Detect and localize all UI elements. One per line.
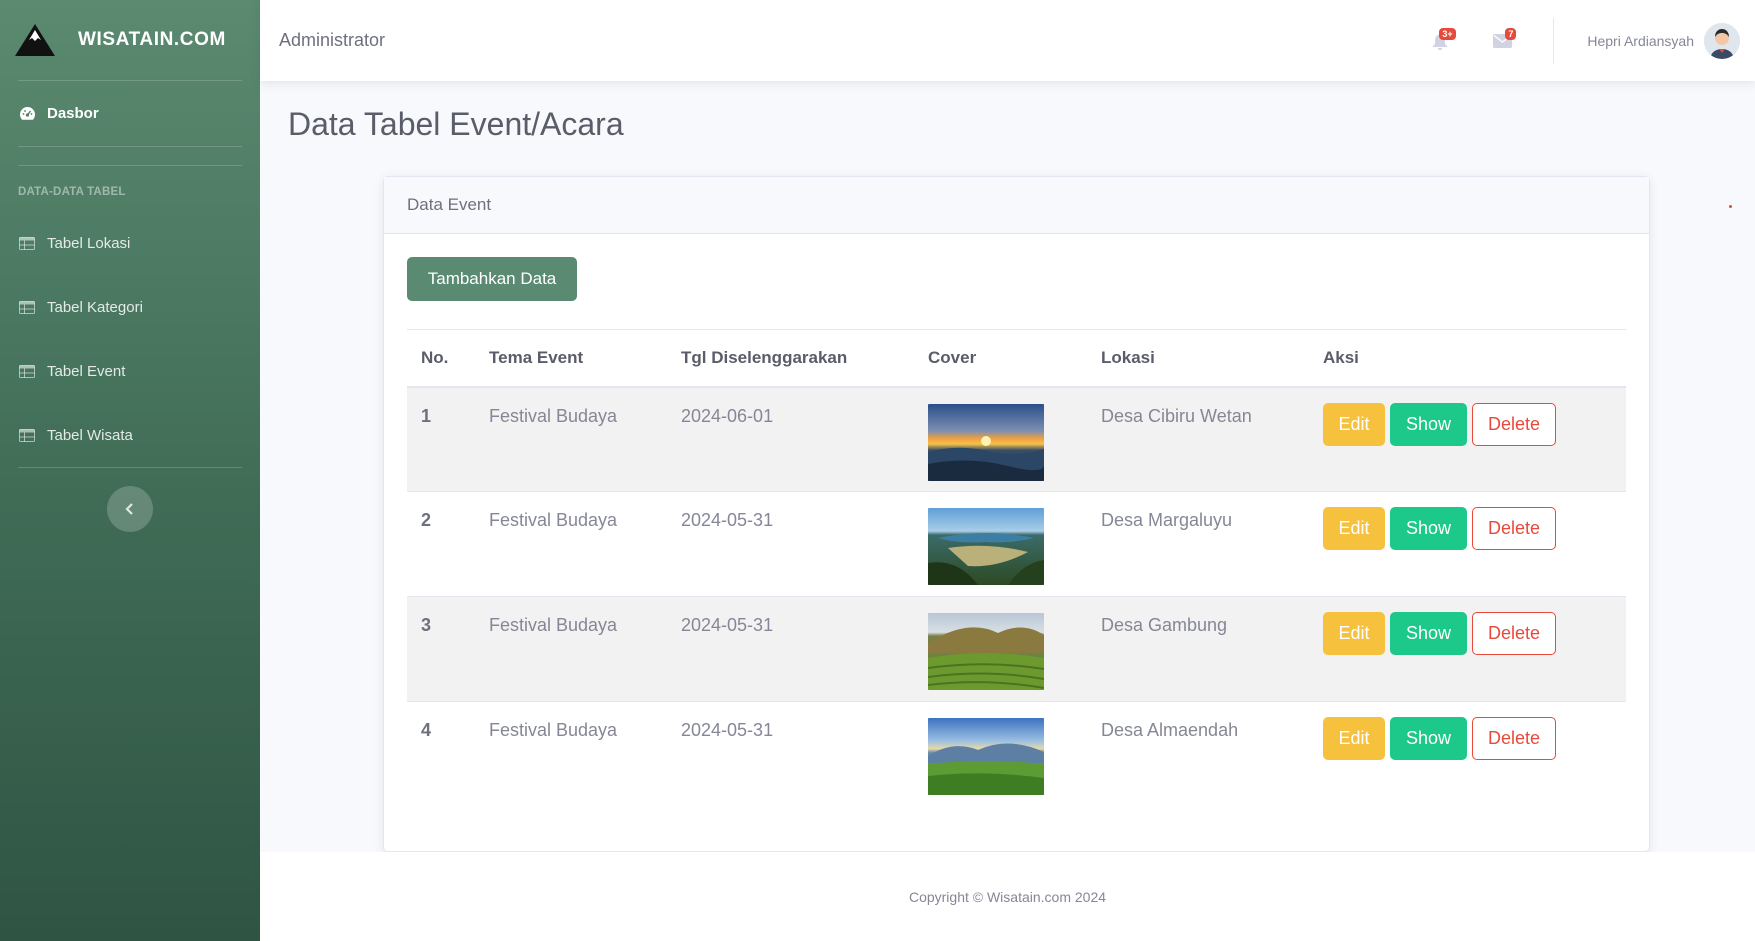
sidebar-item-tabel-event[interactable]: Tabel Event [0, 339, 260, 403]
sidebar-item-label: Tabel Lokasi [47, 234, 131, 252]
sidebar-divider [18, 146, 242, 147]
sidebar-toggle-button[interactable] [107, 486, 153, 532]
column-header-lokasi[interactable]: Lokasi [1087, 329, 1309, 388]
cell-cover [914, 596, 1087, 702]
brand-name: WISATAIN.COM [78, 29, 226, 50]
cell-aksi: Edit Show Delete [1309, 491, 1626, 597]
messages-button[interactable]: 7 [1471, 0, 1533, 81]
edit-button[interactable]: Edit [1323, 717, 1385, 760]
card-header: Data Event [384, 177, 1649, 234]
table-row: 2 Festival Budaya 2024-05-31 Desa Margal… [407, 491, 1626, 597]
column-header-no[interactable]: No. [407, 329, 475, 388]
cell-tema: Festival Budaya [475, 701, 667, 807]
table-row: 4 Festival Budaya 2024-05-31 Desa Almaen… [407, 701, 1626, 807]
sidebar-item-label: Tabel Wisata [47, 426, 133, 444]
alerts-button[interactable]: 3+ [1409, 0, 1471, 81]
delete-button[interactable]: Delete [1472, 612, 1556, 655]
cell-cover [914, 386, 1087, 492]
column-header-aksi[interactable]: Aksi [1309, 329, 1626, 388]
cell-tanggal: 2024-05-31 [667, 596, 914, 702]
show-button[interactable]: Show [1390, 717, 1467, 760]
column-header-cover[interactable]: Cover [914, 329, 1087, 388]
row-actions: Edit Show Delete [1323, 717, 1626, 760]
sidebar-toggle-wrap [0, 468, 260, 532]
cell-tema: Festival Budaya [475, 596, 667, 702]
cell-tema: Festival Budaya [475, 491, 667, 597]
tea-plantation-image [928, 613, 1044, 690]
sidebar-item-tabel-wisata[interactable]: Tabel Wisata [0, 403, 260, 467]
sidebar: WISATAIN.COM Dasbor DATA-DATA TABEL Tabe… [0, 0, 260, 941]
cell-no: 2 [407, 491, 475, 597]
cell-tanggal: 2024-05-31 [667, 701, 914, 807]
chevron-left-icon [125, 503, 133, 515]
topbar-right: 3+ 7 Hepri Ardiansyah [1409, 0, 1755, 81]
cell-lokasi: Desa Gambung [1087, 596, 1309, 702]
cell-lokasi: Desa Cibiru Wetan [1087, 386, 1309, 492]
cell-tanggal: 2024-06-01 [667, 386, 914, 492]
delete-button[interactable]: Delete [1472, 507, 1556, 550]
topbar: Administrator 3+ 7 Hepri Ardiansyah [260, 0, 1755, 81]
edit-button[interactable]: Edit [1323, 507, 1385, 550]
edit-button[interactable]: Edit [1323, 612, 1385, 655]
brand[interactable]: WISATAIN.COM [0, 0, 260, 80]
footer: Copyright © Wisatain.com 2024 [260, 852, 1755, 941]
table-row: 3 Festival Budaya 2024-05-31 Desa Gambun… [407, 596, 1626, 702]
add-data-button[interactable]: Tambahkan Data [407, 257, 577, 301]
cell-aksi: Edit Show Delete [1309, 596, 1626, 702]
sidebar-heading: DATA-DATA TABEL [18, 186, 126, 198]
sidebar-item-label: Tabel Event [47, 362, 126, 380]
show-button[interactable]: Show [1390, 402, 1467, 446]
table-row: 1 Festival Budaya 2024-06-01 Desa Cibiru… [407, 386, 1626, 492]
topbar-title: Administrator [279, 30, 386, 50]
stray-dot [1729, 205, 1732, 208]
show-button[interactable]: Show [1390, 612, 1467, 655]
column-header-tanggal[interactable]: Tgl Diselenggarakan [667, 329, 914, 388]
cell-tema: Festival Budaya [475, 386, 667, 492]
green-hills-image [928, 718, 1044, 795]
cell-lokasi: Desa Almaendah [1087, 701, 1309, 807]
user-avatar-icon [1704, 22, 1740, 59]
cell-no: 4 [407, 701, 475, 807]
messages-badge: 7 [1505, 28, 1517, 40]
cell-cover [914, 491, 1087, 597]
event-table: No. Tema Event Tgl Diselenggarakan Cover… [407, 329, 1626, 807]
sidebar-item-label: Dasbor [47, 105, 99, 122]
sidebar-item-label: Tabel Kategori [47, 298, 143, 316]
delete-button[interactable]: Delete [1472, 402, 1556, 446]
sidebar-item-tabel-kategori[interactable]: Tabel Kategori [0, 275, 260, 339]
gauge-icon [18, 106, 36, 122]
delete-button[interactable]: Delete [1472, 717, 1556, 760]
table-icon [18, 235, 36, 251]
cell-no: 3 [407, 596, 475, 702]
table-icon [18, 299, 36, 315]
cell-aksi: Edit Show Delete [1309, 386, 1626, 492]
edit-button[interactable]: Edit [1323, 402, 1385, 446]
table-header-row: No. Tema Event Tgl Diselenggarakan Cover… [407, 329, 1626, 388]
alerts-badge: 3+ [1439, 28, 1456, 40]
table-icon [18, 363, 36, 379]
mountain-icon [15, 24, 55, 56]
data-event-card: Data Event Tambahkan Data No. Tema Event… [383, 176, 1650, 852]
cell-no: 1 [407, 386, 475, 492]
row-actions: Edit Show Delete [1323, 507, 1626, 550]
lake-valley-image [928, 508, 1044, 585]
page-title: Data Tabel Event/Acara [288, 106, 624, 142]
column-header-tema[interactable]: Tema Event [475, 329, 667, 388]
avatar[interactable] [1704, 22, 1740, 59]
cell-lokasi: Desa Margaluyu [1087, 491, 1309, 597]
cell-aksi: Edit Show Delete [1309, 701, 1626, 807]
sunset-mountain-image [928, 403, 1044, 481]
cell-cover [914, 701, 1087, 807]
user-name[interactable]: Hepri Ardiansyah [1587, 33, 1694, 49]
show-button[interactable]: Show [1390, 507, 1467, 550]
table-icon [18, 427, 36, 443]
cell-tanggal: 2024-05-31 [667, 491, 914, 597]
topbar-divider [1553, 17, 1555, 64]
sidebar-item-tabel-lokasi[interactable]: Tabel Lokasi [0, 211, 260, 275]
row-actions: Edit Show Delete [1323, 612, 1626, 655]
row-actions: Edit Show Delete [1323, 402, 1626, 446]
copyright-text: Copyright © Wisatain.com 2024 [908, 888, 1107, 905]
sidebar-item-dasbor[interactable]: Dasbor [0, 81, 260, 146]
